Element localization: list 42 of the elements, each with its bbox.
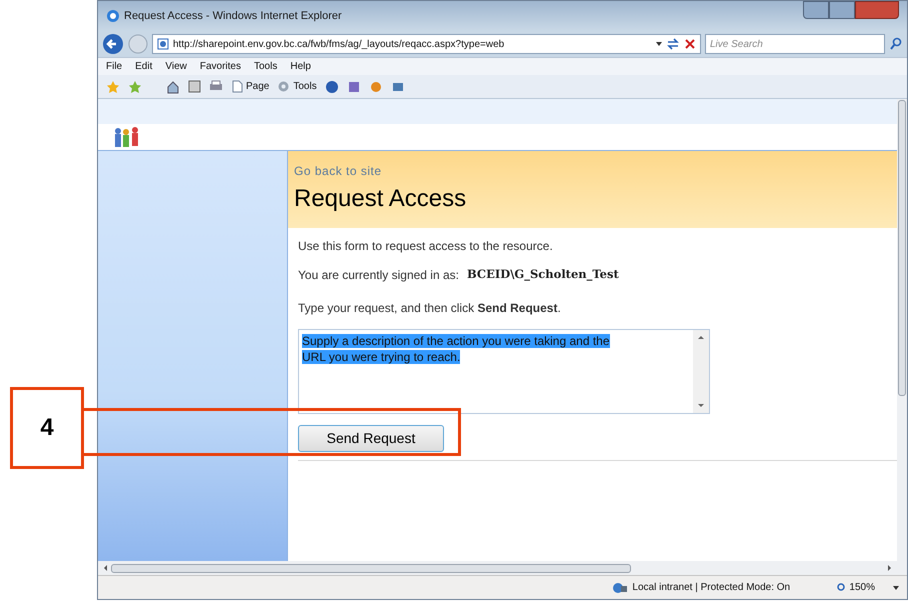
toolbar-button[interactable]: Page: [231, 79, 270, 94]
user-name: BCEID\G_Scholten_Test: [467, 266, 619, 283]
menu-item[interactable]: Tools: [254, 59, 278, 74]
scroll-left-icon[interactable]: [104, 565, 107, 571]
stop-icon[interactable]: [684, 38, 696, 50]
scroll-down-icon[interactable]: [698, 404, 704, 407]
zoom-button[interactable]: 150%: [836, 580, 875, 595]
minimize-button[interactable]: [803, 1, 829, 19]
menu-item[interactable]: File: [106, 59, 122, 74]
window-title: Request Access - Windows Internet Explorer: [124, 8, 342, 24]
back-button[interactable]: [102, 33, 124, 55]
browser-logo-icon: [106, 9, 120, 23]
request-field[interactable]: Supply a description of the action you were taking and the URL you were trying to reach.: [298, 329, 710, 414]
maximize-button[interactable]: [829, 1, 855, 19]
home-icon[interactable]: [166, 80, 180, 94]
close-button[interactable]: [855, 1, 899, 19]
star-icon[interactable]: [106, 80, 120, 94]
intro-text: Use this form to request access to the resource.: [298, 238, 553, 255]
status-zone-text: Local intranet | Protected Mode: On: [632, 581, 792, 595]
page-icon: [157, 38, 169, 50]
search-icon[interactable]: [889, 37, 903, 51]
vertical-scrollbar-thumb[interactable]: [898, 100, 906, 396]
horizontal-scrollbar-thumb[interactable]: [111, 564, 631, 572]
menu-item[interactable]: Favorites: [200, 59, 241, 74]
dropdown-caret-icon[interactable]: [656, 42, 662, 46]
instruction-text: Type your request, and then click Send Request.: [298, 300, 561, 317]
send-request-button[interactable]: Send Request: [298, 425, 444, 452]
signed-in-label: You are currently signed in as:: [298, 267, 459, 284]
refresh-icon[interactable]: [666, 38, 680, 50]
address-field[interactable]: http://sharepoint.env.gov.bc.ca/fwb/fms/ag/_layouts/reqacc.aspx?type=web: [152, 34, 701, 54]
toolbar-button[interactable]: Tools: [277, 79, 317, 94]
zoom-caret-icon[interactable]: [893, 586, 899, 590]
step-number-callout: 4: [10, 387, 84, 469]
menu-item[interactable]: Help: [290, 59, 311, 74]
page-icon: [231, 80, 243, 93]
page-title: Request Access: [294, 184, 466, 214]
print-icon[interactable]: [209, 80, 223, 93]
menu-item[interactable]: View: [165, 59, 187, 74]
menu-item[interactable]: Edit: [135, 59, 152, 74]
scroll-right-icon[interactable]: [888, 565, 891, 571]
search-field[interactable]: Live Search: [705, 34, 885, 54]
scroll-up-icon[interactable]: [698, 336, 704, 339]
